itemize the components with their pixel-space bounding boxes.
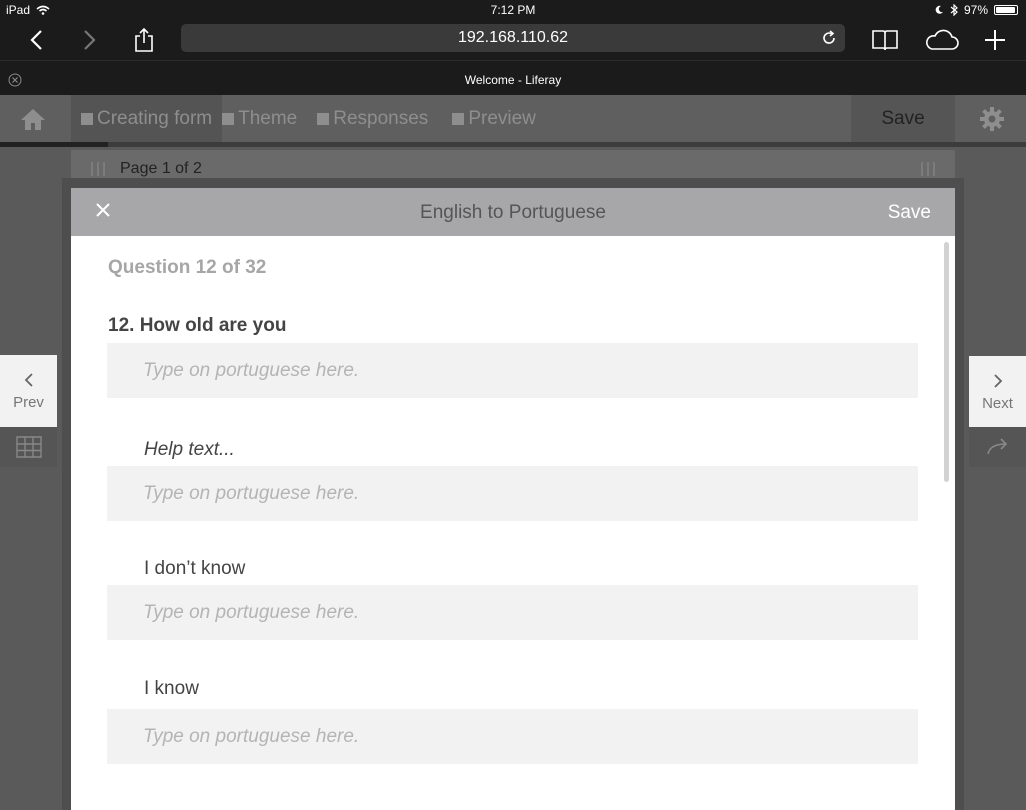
- battery-icon: [994, 5, 1018, 15]
- next-label: Next: [982, 394, 1013, 412]
- option-label-dont-know: I don’t know: [144, 558, 246, 579]
- redirect-button[interactable]: [969, 427, 1026, 467]
- grid-button[interactable]: [0, 427, 57, 467]
- option-dont-know-translation-input[interactable]: [107, 585, 918, 640]
- battery-percent: 97%: [963, 3, 988, 17]
- tab-creating-form[interactable]: Creating form: [71, 95, 223, 142]
- plus-icon: [985, 30, 1005, 50]
- next-button[interactable]: Next: [969, 356, 1026, 428]
- cloud-icon: [926, 29, 959, 50]
- toolbar-progress-line: [0, 142, 1026, 147]
- share-icon: [135, 27, 153, 52]
- help-text-label: Help text...: [144, 439, 235, 460]
- chevron-right-icon: [84, 30, 96, 50]
- question-title: 12. How old are you: [108, 315, 287, 336]
- new-tab-button[interactable]: [975, 20, 1015, 60]
- drag-handle-icon[interactable]: [91, 162, 105, 176]
- square-icon: [222, 112, 235, 125]
- save-form-button[interactable]: Save: [851, 95, 955, 142]
- tab-label: Creating form: [97, 107, 213, 129]
- forward-button[interactable]: [70, 20, 110, 60]
- book-icon: [872, 30, 898, 51]
- prev-label: Prev: [13, 393, 44, 411]
- settings-button[interactable]: [957, 95, 1026, 142]
- tab-title: Welcome - Liferay: [464, 73, 562, 87]
- question-translation-input[interactable]: [107, 343, 918, 398]
- translation-modal: English to Portuguese Save Question 12 o…: [71, 188, 955, 810]
- moon-icon: [935, 5, 943, 14]
- address-bar[interactable]: 192.168.110.62: [181, 24, 845, 52]
- status-right: 97%: [934, 3, 1018, 17]
- home-icon: [21, 108, 45, 130]
- url-text: 192.168.110.62: [457, 29, 569, 46]
- chevron-left-icon: [30, 30, 42, 50]
- form-tabs: Creating form Theme Responses Preview: [71, 95, 544, 142]
- option-know-translation-input[interactable]: [107, 709, 918, 764]
- chevron-left-icon: [24, 372, 33, 387]
- reload-button[interactable]: [819, 24, 839, 52]
- redirect-arrow-icon: [986, 438, 1007, 455]
- help-text-translation-input[interactable]: [107, 466, 918, 521]
- status-time: 7:12 PM: [490, 3, 536, 17]
- prev-button[interactable]: Prev: [0, 355, 57, 427]
- drag-handle-icon[interactable]: [921, 162, 935, 176]
- modal-title: English to Portuguese: [420, 202, 606, 223]
- tab-preview[interactable]: Preview: [436, 95, 544, 142]
- scrollbar[interactable]: [944, 242, 949, 482]
- browser-tab-strip: Welcome - Liferay: [0, 60, 1026, 95]
- modal-header: English to Portuguese Save: [71, 188, 955, 236]
- bluetooth-icon: [950, 4, 958, 16]
- square-icon: [452, 112, 465, 125]
- chevron-right-icon: [993, 373, 1002, 388]
- tab-label: Responses: [333, 107, 429, 129]
- home-button[interactable]: [0, 95, 66, 142]
- share-button[interactable]: [124, 20, 164, 60]
- safari-toolbar: 192.168.110.62: [0, 20, 1026, 60]
- grid-icon: [15, 436, 42, 458]
- liferay-toolbar: Creating form Theme Responses Preview Sa…: [0, 95, 1026, 142]
- option-label-know: I know: [144, 678, 199, 699]
- ios-status-bar: iPad 7:12 PM 97%: [0, 0, 1026, 20]
- back-button[interactable]: [16, 20, 56, 60]
- tab-label: Theme: [238, 107, 298, 129]
- square-icon: [81, 112, 93, 125]
- tab-label: Preview: [468, 107, 536, 129]
- save-translation-button[interactable]: Save: [888, 202, 931, 224]
- question-counter: Question 12 of 32: [108, 257, 267, 278]
- reload-icon: [823, 30, 835, 44]
- square-icon: [317, 112, 330, 125]
- gear-icon: [979, 106, 1004, 131]
- bookmarks-button[interactable]: [865, 20, 905, 60]
- tab-responses[interactable]: Responses: [305, 95, 436, 142]
- tab-theme[interactable]: Theme: [222, 95, 305, 142]
- page-label: Page 1 of 2: [120, 160, 202, 177]
- icloud-tabs-button[interactable]: [922, 20, 962, 60]
